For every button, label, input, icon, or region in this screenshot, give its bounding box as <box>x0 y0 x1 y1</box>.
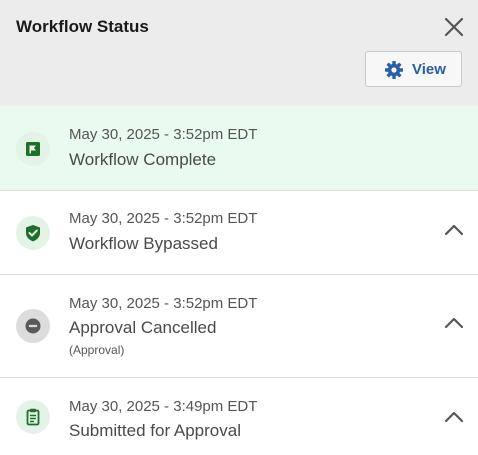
status-item-submitted-for-approval[interactable]: May 30, 2025 - 3:49pm EDT Submitted for … <box>0 378 478 455</box>
status-icon-circle <box>16 132 50 166</box>
status-item-workflow-bypassed[interactable]: May 30, 2025 - 3:52pm EDT Workflow Bypas… <box>0 191 478 275</box>
status-title: Submitted for Approval <box>69 421 241 440</box>
status-timestamp: May 30, 2025 - 3:49pm EDT <box>69 398 258 415</box>
view-button-label: View <box>412 61 446 78</box>
chevron-up-icon[interactable] <box>443 410 465 424</box>
close-icon[interactable] <box>441 14 467 40</box>
close-button[interactable] <box>441 14 467 40</box>
status-timestamp: May 30, 2025 - 3:52pm EDT <box>69 210 258 227</box>
status-title: Approval Cancelled <box>69 318 217 337</box>
minus-circle-icon <box>25 318 41 334</box>
clipboard-icon <box>26 408 40 426</box>
shield-check-icon <box>26 225 40 242</box>
status-icon-circle <box>16 400 50 434</box>
status-title: Workflow Bypassed <box>69 234 218 253</box>
status-icon-circle <box>16 216 50 250</box>
panel-title: Workflow Status <box>16 17 149 36</box>
chevron-up-icon[interactable] <box>443 223 465 237</box>
status-timestamp: May 30, 2025 - 3:52pm EDT <box>69 126 258 143</box>
status-icon-circle <box>16 309 50 343</box>
view-button[interactable]: View <box>365 51 462 87</box>
status-timestamp: May 30, 2025 - 3:52pm EDT <box>69 295 258 312</box>
status-title: Workflow Complete <box>69 150 217 169</box>
chevron-up-icon[interactable] <box>443 316 465 330</box>
status-subtitle: (Approval) <box>69 343 125 357</box>
flag-icon <box>26 142 40 156</box>
panel-header: Workflow Status View <box>0 0 478 106</box>
gear-icon <box>385 61 403 79</box>
status-item-workflow-complete: May 30, 2025 - 3:52pm EDT Workflow Compl… <box>0 106 478 191</box>
status-item-approval-cancelled[interactable]: May 30, 2025 - 3:52pm EDT Approval Cance… <box>0 275 478 378</box>
